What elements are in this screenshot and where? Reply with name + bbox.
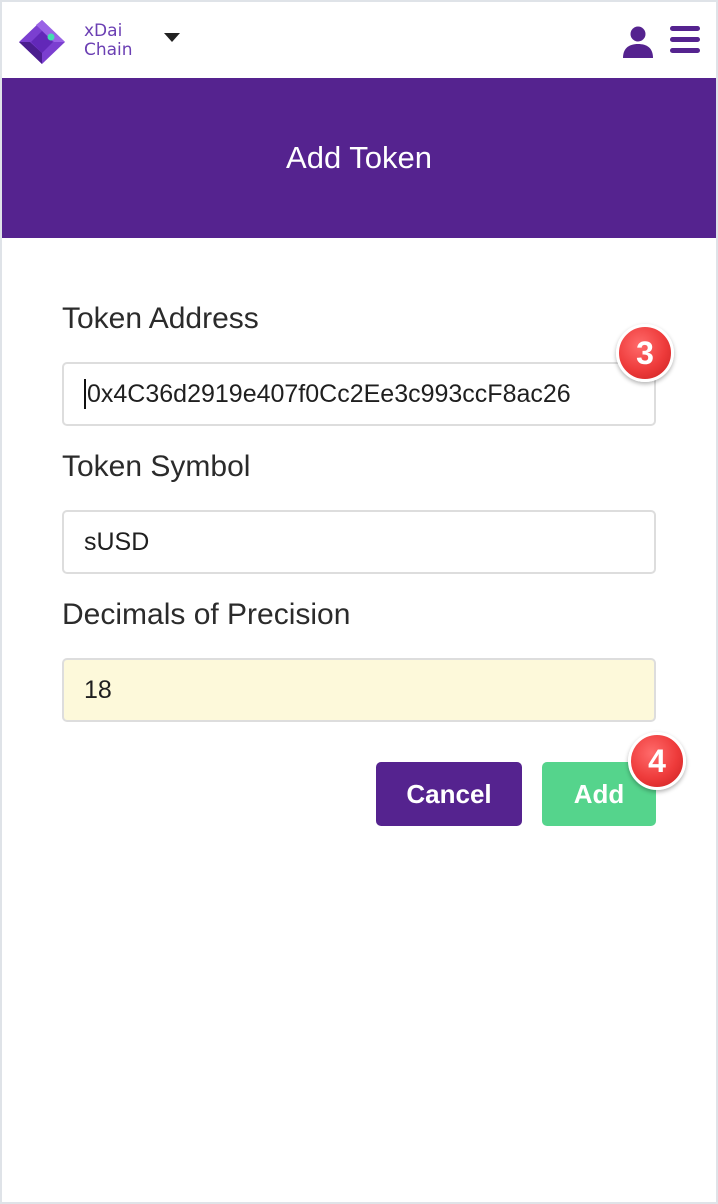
cancel-button[interactable]: Cancel — [376, 762, 522, 826]
page-header-banner: Add Token — [2, 78, 716, 238]
hamburger-menu-icon[interactable] — [670, 26, 702, 56]
network-name-line1: xDai — [84, 21, 123, 41]
decimals-input[interactable]: 18 — [62, 658, 656, 722]
network-name-line2: Chain — [84, 40, 133, 60]
token-symbol-input[interactable]: sUSD — [62, 510, 656, 574]
network-selector[interactable]: xDai Chain — [84, 22, 133, 60]
account-icon[interactable] — [620, 24, 656, 60]
decimals-value: 18 — [84, 675, 112, 704]
token-address-input[interactable]: 0x4C36d2919e407f0Cc2Ee3c993ccF8ac26 — [62, 362, 656, 426]
token-address-value: 0x4C36d2919e407f0Cc2Ee3c993ccF8ac26 — [87, 379, 571, 408]
token-address-label: Token Address — [62, 302, 259, 335]
step-badge-3: 3 — [616, 324, 674, 382]
wallet-logo-icon — [19, 20, 65, 64]
token-symbol-label: Token Symbol — [62, 450, 251, 483]
token-symbol-value: sUSD — [84, 527, 150, 556]
step-badge-4: 4 — [628, 732, 686, 790]
text-cursor — [84, 379, 86, 409]
page-title: Add Token — [286, 140, 432, 175]
decimals-label: Decimals of Precision — [62, 598, 351, 631]
top-bar: xDai Chain — [2, 2, 716, 78]
caret-down-icon[interactable] — [164, 33, 180, 42]
